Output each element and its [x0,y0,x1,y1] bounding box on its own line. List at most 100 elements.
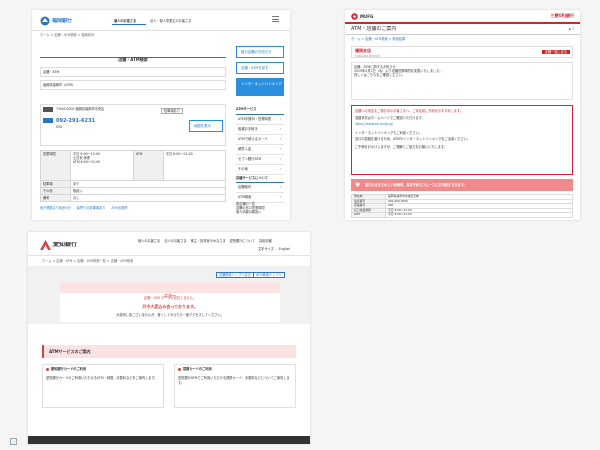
broken-image-icon [10,438,17,445]
card-text: 愛知銀行カードのご利用いただけるATM・時間、手数料などをご案内します。 [46,376,158,380]
table-cell: 平日 8:00〜21:00 [385,212,573,218]
chevron-right-icon: › [279,147,281,151]
store-list-button[interactable]: 店舗一覧に戻る [541,50,570,55]
error-panel: エラー 店舗・ATM データが存在しません。 只今大変込み合っております。 大変… [60,282,280,322]
other-header: その他 [40,187,71,195]
side-footer-line[interactable]: 個人情報の取扱い [236,210,265,214]
map-button[interactable]: 地図を表示 [189,120,223,132]
atm-heading: ATMサービスのご案内 [49,349,91,354]
aichi-bank-page: 愛知銀行 個人のお客さま 法人のお客さま 株主・投資家のみなさま 愛知銀行につい… [28,232,310,444]
card-partner[interactable]: 提携カードのご利用 愛知銀行ATMでご利用いただける提携カード、手数料などについ… [174,364,296,408]
chevron-right-icon: › [279,127,281,131]
parking-header: 駐車場 [40,180,71,188]
chevron-right-icon: › [279,117,281,121]
store-name: 福岡支店 [355,48,371,53]
mufg-logo[interactable]: MUFG [351,13,373,20]
top-link[interactable]: 個人のお客さま [138,239,160,243]
other-value: 取扱い [70,187,226,195]
breadcrumb: ホーム > 店舗・ATM検索 > 検索結果 [351,37,406,41]
nav-personal[interactable]: 個人のお客さま [114,19,136,23]
mufg-logo-icon [351,13,358,20]
card-title: 提携カードのご利用 [183,367,212,371]
font-size-link[interactable]: 文字サイズ [258,247,274,251]
english-link[interactable]: English [279,247,291,251]
fukuoka-logo-icon [40,16,50,26]
store-header: 福岡支店 Fukuoka Branch 店舗一覧に戻る [351,46,573,58]
breadcrumb: ホーム > 店舗・ATM検索 > 福岡県内 [40,33,95,37]
atm-heading-bar: ATMサービスのご案内 [42,345,296,358]
mufg-logo-text: MUFG [360,14,374,19]
side-menu: ATM手数料・営業時間 › 各種お手続き › ATMで使えるカード › 硬貨入金 › セ… [236,114,284,175]
side-item[interactable]: ATM手数料・営業時間 › [236,115,284,125]
menu-icon[interactable] [272,16,279,22]
extra-header: 備考 [40,194,71,202]
side-button-search[interactable]: 店舗・ATMを探す [236,62,284,74]
top-link[interactable]: 愛知銀行について [230,239,255,243]
side-item[interactable]: セブン銀行ATM › [236,155,284,165]
store-tel[interactable]: 092-291-6231 [56,118,95,124]
side-item[interactable]: ATMで使えるカード › [236,135,284,145]
footer-bar [28,436,310,444]
chevron-right-icon: › [279,167,281,171]
side-item[interactable]: その他 › [236,165,284,175]
side-item[interactable]: 店舗案内 › [236,183,284,193]
mufg-page: MUFG 三菱UFJ銀行 ATM・店舗のご案内 ▶ ? ホーム > 店舗・ATM… [345,10,580,220]
fukuoka-logo-text: 福岡銀行 [52,18,73,24]
card-aichi[interactable]: 愛知銀行カードのご利用 愛知銀行カードのご利用いただけるATM・時間、手数料など… [42,364,164,408]
store-top-button[interactable]: 店舗検索トップへ戻る [216,272,254,279]
parking-badge: 駐車場あり [161,108,183,115]
side-item[interactable]: 硬貨入金 › [236,145,284,155]
reservation-banner[interactable]: ♥ 窓口のまぎらわしい時間帯、来店予約でスムーズにお手続きできます。 [351,179,573,191]
hours-table: 営業時間 平日 9:00〜15:00 土日祝 休業 ATM 8:00〜21:00… [40,150,227,202]
help-link[interactable]: ▶ ? [569,27,574,31]
chevron-right-icon: › [279,157,281,161]
side-button-notice[interactable]: 取引店舗のお知らせ [236,46,284,58]
side-item[interactable]: 各種お手続き › [236,125,284,135]
error-title-bar: エラー [60,282,280,298]
hours-cell: 平日 9:00〜15:00 土日祝 休業 ATM 8:00〜21:00 [70,150,134,181]
nav-corporate[interactable]: 法人・個人事業主のお客さま [150,19,191,23]
fukuoka-logo[interactable]: 福岡銀行 [40,16,72,26]
store-table: 所在地 福岡県福岡市中央区天神 電話番号 092-000-0000 店舗番号 000 … [351,194,573,218]
footer-link[interactable]: ATM出張所 [111,206,127,210]
aichi-logo-text: 愛知銀行 [53,242,78,248]
side-footer: 各店舗の一覧 店舗の窓口営業時間 個人情報の取扱い [236,202,265,215]
footer-links: 地下鉄駅より徒歩5分 最寄りの駐車場あり ATM出張所 [40,206,128,210]
top-link[interactable]: 法人のお客さま [164,239,186,243]
alert-line: ご不便をおかけしますが、ご理解とご協力をお願いいたします。 [355,145,448,150]
top-link[interactable]: 採用情報 [259,239,272,243]
alert-link[interactable]: https://www.bk.mufg.jp/ [355,122,569,126]
atm-top-button[interactable]: ATM検索トップへ [253,272,285,279]
chevron-right-icon: › [279,137,281,141]
table-header-cell: ATM [351,212,386,218]
side-title: ATMサービス [236,107,257,111]
notice-box: 店舗・ATMに関するお知らせ 2019年5月1日（水）より店舗営業時間を変更いた… [351,62,573,100]
bullet-icon [46,368,49,371]
atm-header: ATM [132,150,164,181]
store-info-box: 〒000-0000 福岡県福岡市中央区 092-291-6231 050 駐車場… [40,104,226,146]
store-tag [43,107,53,112]
alert-line: インターネットバンキングもご利用ください。 [355,130,422,135]
hours-header: 営業時間 [40,150,71,181]
card-text: 愛知銀行ATMでご利用いただける提携カード、手数料などについてご案内します。 [178,376,290,385]
top-link[interactable]: 株主・投資家のみなさま [191,239,226,243]
store-address: 〒000-0000 福岡県福岡市中央区 [56,107,105,111]
atm-value: 平日 8:00〜21:00 [162,150,227,181]
page-title: 店舗・ATM検索 [118,57,148,62]
aichi-logo-icon [40,240,51,250]
footer-link[interactable]: 最寄りの駐車場あり [77,206,106,210]
footer-link[interactable]: 地下鉄駅より徒歩5分 [40,206,71,210]
notice-line[interactable]: 詳しくはこちらをご確認ください。 [354,73,570,77]
side-button-ib[interactable]: インターネットバンキング [236,78,284,96]
error-sub: 店舗・ATM データが存在しません。 [143,296,197,300]
page-title: ATM・店舗のご案内 [351,26,397,32]
card-title: 愛知銀行カードのご利用 [51,367,87,371]
bullet-icon [178,368,181,371]
heart-icon: ♥ [355,182,361,189]
aichi-logo[interactable]: 愛知銀行 [40,240,77,250]
banner-text: 窓口のまぎらわしい時間帯、来店予約でスムーズにお手続きできます。 [365,183,467,187]
side-menu-2: 店舗案内 › ATM検索 › [236,182,284,203]
top-nav: 個人のお客さま 法人のお客さま 株主・投資家のみなさま 愛知銀行について 採用情… [138,239,272,243]
fukuoka-bank-page: 福岡銀行 個人のお客さま 法人・個人事業主のお客さま ホーム > 店舗・ATM検… [32,10,290,220]
table-row: ATM 平日 8:00〜21:00 [351,212,573,218]
